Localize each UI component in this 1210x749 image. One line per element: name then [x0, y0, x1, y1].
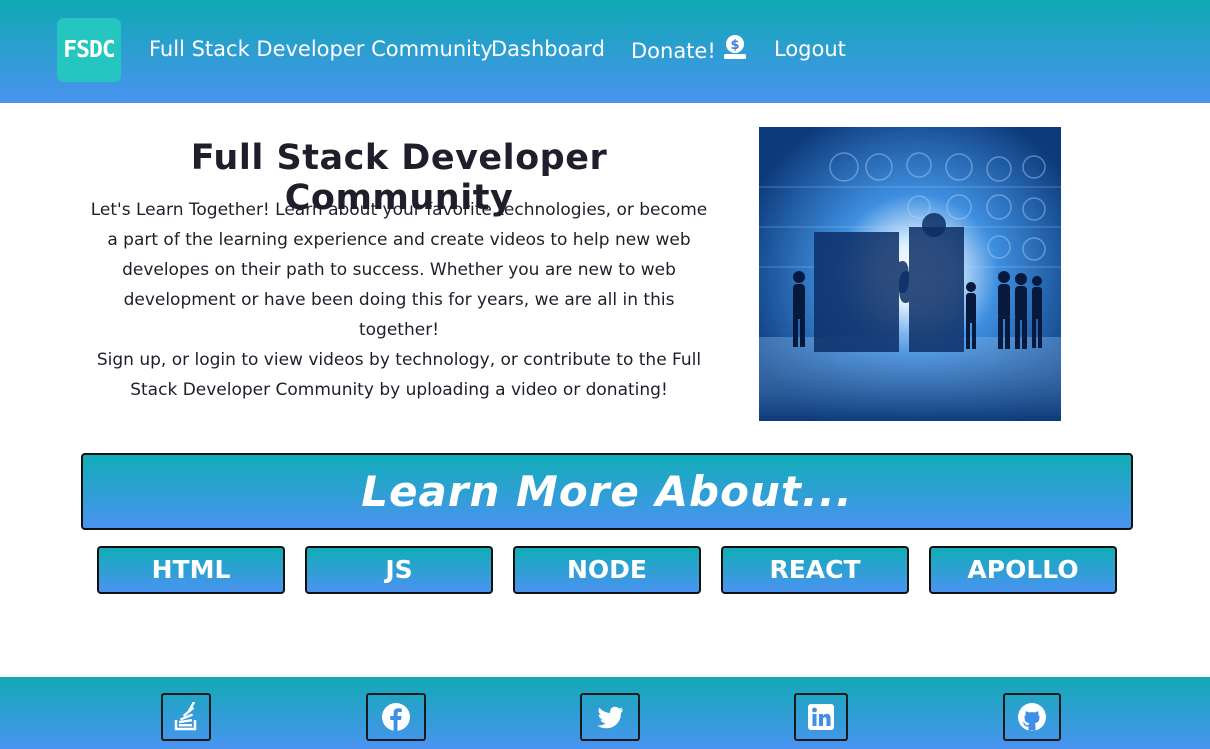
facebook-icon — [382, 703, 410, 731]
learn-more-heading: Learn More About... — [361, 467, 853, 516]
intro-paragraph: Let's Learn Together! Learn about your f… — [90, 200, 708, 340]
topic-button-react[interactable]: REACT — [721, 546, 909, 594]
nav-link-donate[interactable]: Donate! $ — [631, 34, 748, 66]
topic-button-apollo[interactable]: APOLLO — [929, 546, 1117, 594]
fsdc-logo[interactable]: FSDC — [57, 18, 121, 82]
linkedin-link[interactable] — [794, 693, 848, 741]
topic-button-html[interactable]: HTML — [97, 546, 285, 594]
nav-link-home[interactable]: Full Stack Developer Community — [149, 34, 493, 64]
nav-link-logout[interactable]: Logout — [774, 34, 846, 64]
top-navbar: FSDC Full Stack Developer Community Dash… — [0, 0, 1210, 103]
github-link[interactable] — [1003, 693, 1061, 741]
stack-overflow-link[interactable] — [161, 693, 211, 741]
learn-more-banner: Learn More About... — [81, 453, 1133, 530]
twitter-link[interactable] — [580, 693, 640, 741]
linkedin-icon — [808, 704, 834, 730]
topic-button-js[interactable]: JS — [305, 546, 493, 594]
facebook-link[interactable] — [366, 693, 426, 741]
topic-button-node[interactable]: NODE — [513, 546, 701, 594]
signup-paragraph: Sign up, or login to view videos by tech… — [96, 350, 702, 400]
github-icon — [1018, 703, 1046, 731]
nav-link-dashboard[interactable]: Dashboard — [491, 34, 605, 64]
money-bill-icon: $ — [723, 35, 746, 59]
svg-text:$: $ — [730, 38, 739, 53]
donate-label: Donate! — [631, 39, 716, 63]
stack-overflow-icon — [174, 702, 197, 731]
puzzle-teamwork-image — [759, 127, 1061, 421]
twitter-icon — [597, 706, 623, 729]
